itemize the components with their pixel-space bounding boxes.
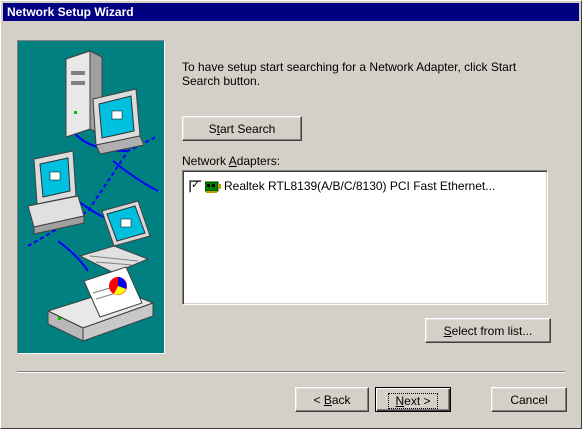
start-search-button[interactable]: Start Search [182,116,302,141]
wizard-illustration [17,40,165,354]
network-computers-image [27,50,159,342]
network-card-icon [205,181,221,193]
list-item[interactable]: ✓ Realtek RTL8139(A/B/C/8130) PCI Fast E… [189,178,495,194]
adapter-checkbox[interactable]: ✓ [189,178,202,193]
separator [17,371,565,373]
cancel-button[interactable]: Cancel [491,387,567,412]
wizard-window: Network Setup Wizard To have setup start… [0,0,582,429]
adapter-name: Realtek RTL8139(A/B/C/8130) PCI Fast Eth… [224,179,496,193]
back-button[interactable]: < Back [295,387,369,412]
select-from-list-button[interactable]: Select from list... [425,318,551,343]
title-bar[interactable]: Network Setup Wizard [3,3,579,21]
network-adapters-list[interactable]: ✓ Realtek RTL8139(A/B/C/8130) PCI Fast E… [182,170,548,305]
instructions-text: To have setup start searching for a Netw… [182,60,517,88]
window-title: Network Setup Wizard [7,5,134,19]
network-adapters-label: Network Adapters: [182,154,281,168]
next-button[interactable]: Next > [375,387,451,412]
